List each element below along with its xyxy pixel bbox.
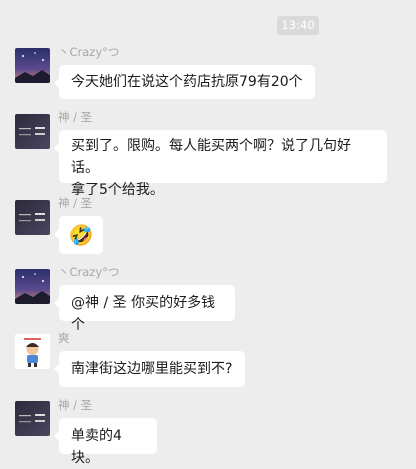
message-bubble[interactable]: 🤣 — [54, 216, 103, 254]
message-text: 南津街这边哪里能买到不? — [71, 361, 233, 377]
timestamp: 13:40 — [277, 16, 319, 35]
avatar[interactable] — [15, 48, 50, 83]
avatar[interactable] — [15, 269, 50, 304]
message-text: 单卖的4块。 — [71, 428, 122, 466]
sender-name: 神 / 圣 — [58, 196, 93, 210]
message-bubble[interactable]: 今天她们在说这个药店抗原79有20个 — [54, 65, 315, 99]
sender-name: 爽 — [58, 331, 70, 345]
emoji-rofl-icon: 🤣 — [68, 223, 94, 247]
avatar[interactable] — [15, 200, 50, 235]
message-bubble[interactable]: 买到了。限购。每人能买两个啊？说了几句好话。 拿了5个给我。 — [54, 130, 387, 198]
message-text: 买到了。限购。每人能买两个啊？说了几句好话。 — [71, 138, 351, 176]
sender-name: 神 / 圣 — [58, 398, 93, 412]
message-bubble[interactable]: @神 / 圣 你买的好多钱个 — [54, 285, 235, 333]
sender-name: 丶Crazy°つ — [58, 265, 120, 279]
sender-name: 丶Crazy°つ — [58, 45, 120, 59]
message-text: 拿了5个给我。 — [71, 182, 164, 198]
avatar[interactable] — [15, 401, 50, 436]
sender-name: 神 / 圣 — [58, 110, 93, 124]
message-bubble[interactable]: 南津街这边哪里能买到不? — [54, 351, 245, 387]
avatar[interactable] — [15, 334, 50, 369]
message-text: 今天她们在说这个药店抗原79有20个 — [71, 74, 303, 90]
message-text: @神 / 圣 你买的好多钱个 — [71, 295, 216, 333]
avatar[interactable] — [15, 114, 50, 149]
message-bubble[interactable]: 单卖的4块。 — [54, 418, 157, 466]
